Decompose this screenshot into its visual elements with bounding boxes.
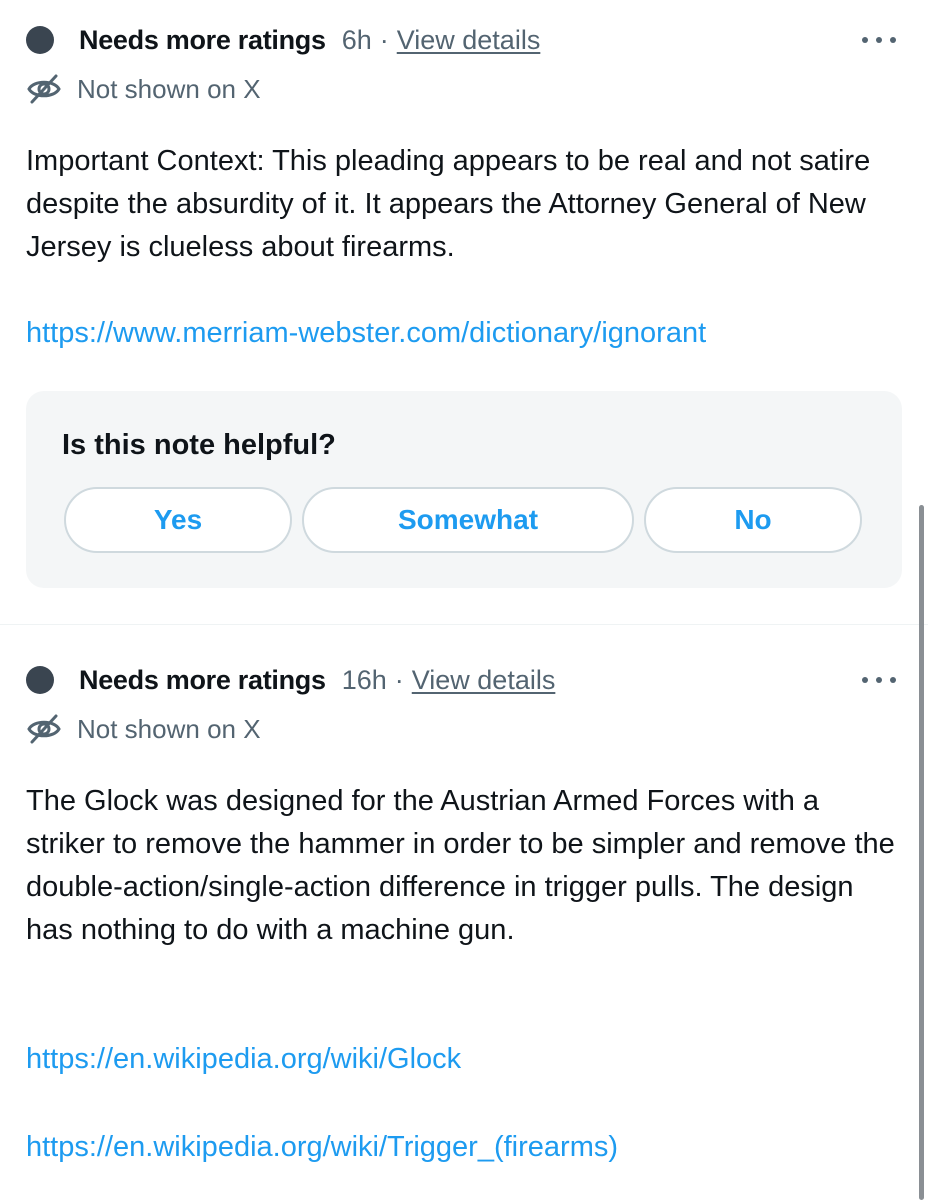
rating-question: Is this note helpful? [62,429,336,461]
meta-separator: · [379,24,389,55]
note-source-link[interactable]: https://en.wikipedia.org/wiki/Glock [26,1038,461,1081]
note-status-row: Needs more ratings 6h · View details [26,24,540,56]
community-notes-page: Needs more ratings 6h · View details Not… [0,0,928,1200]
more-horizontal-icon [862,677,868,683]
eye-off-icon [27,714,61,744]
view-details-link[interactable]: View details [397,25,541,56]
status-dot-icon [26,26,54,54]
note-time: 6h [341,24,372,55]
rate-somewhat-button[interactable]: Somewhat [302,487,634,553]
note-body-text: Important Context: This pleading appears… [26,145,871,263]
meta-separator: · [394,664,404,695]
visibility-label: Not shown on X [77,713,261,744]
visibility-row: Not shown on X [26,72,261,106]
scrollbar[interactable] [919,505,924,1200]
view-details-link[interactable]: View details [412,665,556,696]
status-label: Needs more ratings [79,664,326,695]
note-source-link[interactable]: https://en.wikipedia.org/wiki/Trigger_(f… [26,1126,618,1169]
note-status-row: Needs more ratings 16h · View details [26,664,555,696]
visibility-label: Not shown on X [77,73,261,104]
more-horizontal-icon [862,37,868,43]
note-time: 16h [341,664,387,695]
status-label: Needs more ratings [79,24,326,55]
rate-yes-button[interactable]: Yes [64,487,292,553]
rate-no-button[interactable]: No [644,487,862,553]
status-dot-icon [26,666,54,694]
more-options-button[interactable] [862,670,896,690]
more-options-button[interactable] [862,30,896,50]
visibility-row: Not shown on X [26,712,261,746]
eye-off-icon [27,74,61,104]
note-divider [0,624,928,625]
note-source-link[interactable]: https://www.merriam-webster.com/dictiona… [26,312,706,355]
note-body-text: The Glock was designed for the Austrian … [26,785,895,946]
rating-panel: Is this note helpful? Yes Somewhat No [26,391,902,588]
